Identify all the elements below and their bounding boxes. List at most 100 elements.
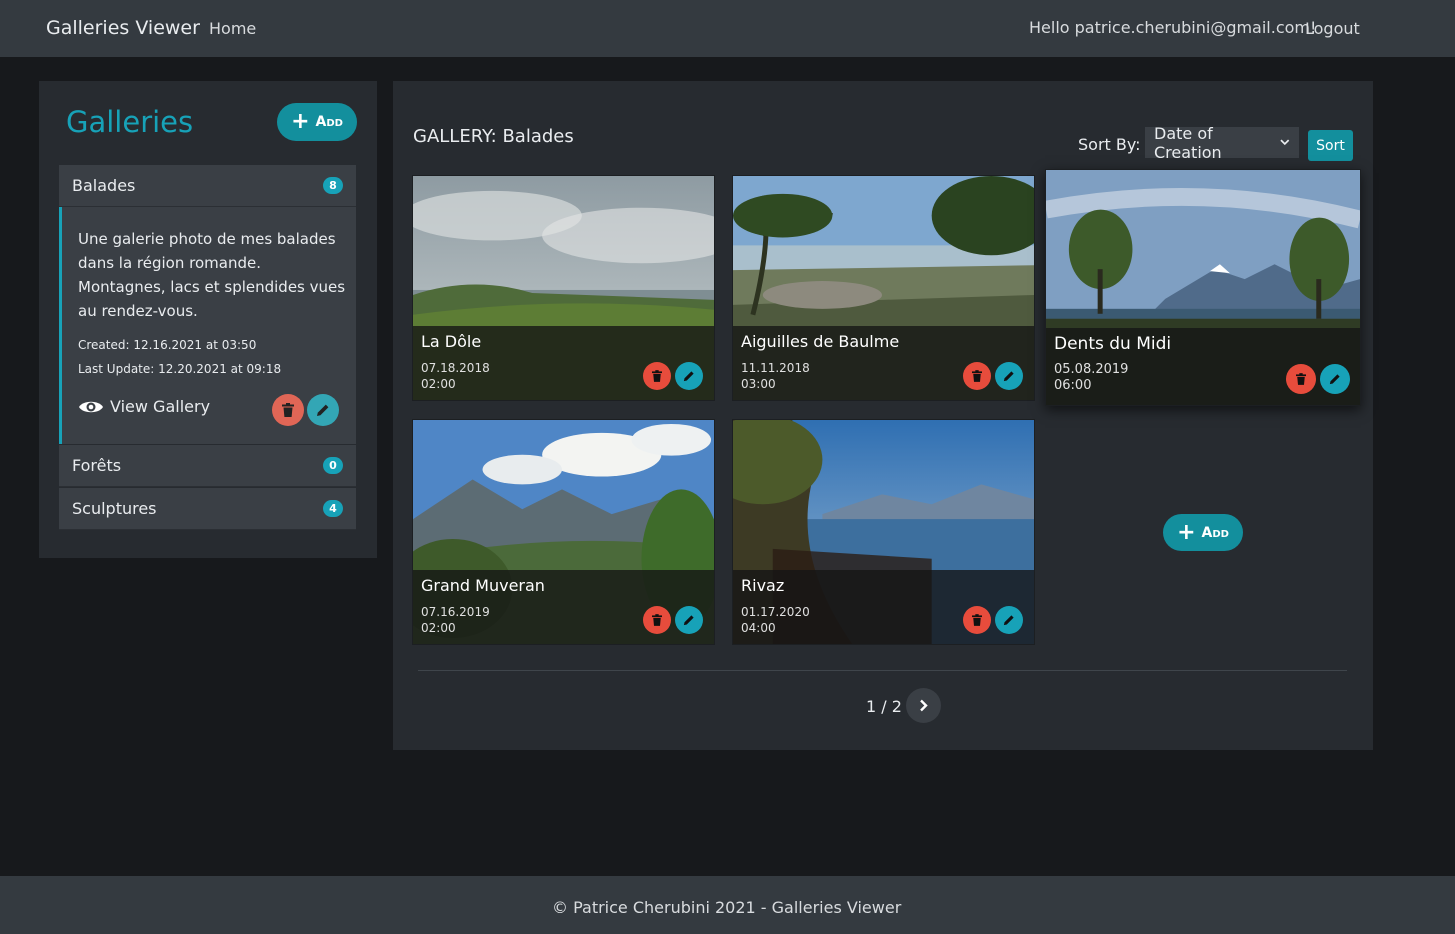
pencil-icon [683, 615, 694, 626]
add-photo-label: Add [1201, 524, 1229, 541]
photo-time-value: 02:00 [421, 377, 456, 391]
gallery-name: Balades [72, 176, 136, 195]
page-indicator: 1 / 2 [866, 697, 902, 716]
trash-icon [652, 614, 662, 626]
trash-icon [1296, 373, 1306, 385]
chevron-right-icon [920, 699, 928, 712]
galleries-sidebar: Galleries + Add Balades 8 Une galerie ph… [39, 81, 377, 558]
gallery-title: GALLERY: Balades [413, 126, 574, 147]
photo-date-value: 01.17.2020 [741, 605, 810, 619]
photo-count-badge: 0 [323, 457, 343, 474]
plus-icon: + [291, 109, 310, 134]
photo-date-value: 07.16.2019 [421, 605, 490, 619]
navbar: Galleries Viewer Home Hello patrice.cher… [0, 0, 1455, 57]
photo-time-value: 04:00 [741, 621, 776, 635]
photo-caption: Rivaz 01.17.2020 04:00 [733, 570, 1034, 644]
photo-card[interactable]: Aiguilles de Baulme 11.11.2018 03:00 [732, 175, 1035, 401]
gallery-header-forets[interactable]: Forêts 0 [59, 445, 356, 487]
photo-date: 07.16.2019 02:00 [421, 604, 490, 636]
photo-caption: Aiguilles de Baulme 11.11.2018 03:00 [733, 326, 1034, 400]
user-greeting: Hello patrice.cherubini@gmail.com! [1029, 18, 1317, 37]
pencil-icon [1003, 371, 1014, 382]
photo-date: 07.18.2018 02:00 [421, 360, 490, 392]
photo-title: Dents du Midi [1054, 334, 1172, 354]
photo-date: 05.08.2019 06:00 [1054, 362, 1128, 394]
edit-photo-button[interactable] [675, 606, 703, 634]
created-date: Created: 12.16.2021 at 03:50 [78, 338, 257, 352]
delete-gallery-button[interactable] [272, 394, 304, 426]
add-gallery-label: Add [315, 114, 343, 130]
photo-date-value: 07.18.2018 [421, 361, 490, 375]
updated-date: Last Update: 12.20.2021 at 09:18 [78, 362, 282, 376]
delete-photo-button[interactable] [963, 362, 991, 390]
edit-gallery-button[interactable] [307, 394, 339, 426]
gallery-name: Sculptures [72, 499, 157, 518]
trash-icon [652, 370, 662, 382]
chevron-down-icon [1280, 139, 1290, 146]
sort-button[interactable]: Sort [1308, 130, 1353, 161]
add-photo-button[interactable]: + Add [1163, 514, 1243, 551]
gallery-item-forets[interactable]: Forêts 0 [59, 445, 356, 487]
delete-photo-button[interactable] [643, 606, 671, 634]
photo-caption: La Dôle 07.18.2018 02:00 [413, 326, 714, 400]
edit-photo-button[interactable] [1320, 364, 1350, 394]
photo-count-badge: 4 [323, 500, 343, 517]
sort-selected-value: Date of Creation [1154, 123, 1222, 162]
photo-card[interactable]: Dents du Midi 05.08.2019 06:00 [1045, 169, 1361, 406]
photo-card[interactable]: Grand Muveran 07.16.2019 02:00 [412, 419, 715, 645]
edit-photo-button[interactable] [995, 606, 1023, 634]
photo-title: La Dôle [421, 332, 482, 351]
photo-title: Aiguilles de Baulme [741, 332, 900, 351]
edit-photo-button[interactable] [995, 362, 1023, 390]
trash-icon [972, 614, 982, 626]
logout-link[interactable]: Logout [1305, 19, 1360, 38]
brand-link[interactable]: Galleries Viewer [46, 17, 200, 39]
photo-time-value: 06:00 [1054, 378, 1092, 393]
photo-count-badge: 8 [323, 177, 343, 194]
photo-title: Grand Muveran [421, 576, 545, 595]
gallery-name: Forêts [72, 456, 122, 475]
photo-time-value: 03:00 [741, 377, 776, 391]
gallery-header-sculptures[interactable]: Sculptures 4 [59, 488, 356, 530]
edit-photo-button[interactable] [675, 362, 703, 390]
gallery-item-sculptures[interactable]: Sculptures 4 [59, 488, 356, 530]
photo-time-value: 02:00 [421, 621, 456, 635]
trash-icon [282, 403, 294, 417]
sidebar-title: Galleries [66, 105, 194, 139]
next-page-button[interactable] [906, 688, 941, 723]
photo-card[interactable]: La Dôle 07.18.2018 02:00 [412, 175, 715, 401]
delete-photo-button[interactable] [1286, 364, 1316, 394]
photo-date-value: 05.08.2019 [1054, 362, 1129, 377]
pencil-icon [317, 404, 329, 416]
add-gallery-button[interactable]: + Add [277, 103, 357, 141]
delete-photo-button[interactable] [963, 606, 991, 634]
gallery-panel: GALLERY: Balades Sort By: Date of Creati… [393, 81, 1373, 750]
nav-home-link[interactable]: Home [209, 19, 256, 38]
photo-card[interactable]: Rivaz 01.17.2020 04:00 [732, 419, 1035, 645]
gallery-details: Une galerie photo de mes balades dans la… [59, 207, 356, 444]
gallery-item-balades: Balades 8 Une galerie photo de mes balad… [59, 165, 356, 444]
pencil-icon [1329, 374, 1340, 385]
photo-title: Rivaz [741, 576, 785, 595]
sort-select[interactable]: Date of Creation [1145, 124, 1299, 162]
gallery-header-balades[interactable]: Balades 8 [59, 165, 356, 207]
gallery-meta: Created: 12.16.2021 at 03:50 Last Update… [78, 333, 340, 381]
delete-photo-button[interactable] [643, 362, 671, 390]
pencil-icon [1003, 615, 1014, 626]
eye-icon [79, 401, 103, 412]
footer-copyright: © Patrice Cherubini 2021 - Galleries Vie… [552, 898, 902, 917]
gallery-description: Une galerie photo de mes balades dans la… [78, 230, 346, 320]
photo-date: 11.11.2018 03:00 [741, 360, 810, 392]
photo-caption: Dents du Midi 05.08.2019 06:00 [1046, 328, 1360, 405]
photo-date: 01.17.2020 04:00 [741, 604, 810, 636]
view-gallery-label: View Gallery [110, 397, 211, 416]
trash-icon [972, 370, 982, 382]
sort-label: Sort By: [1078, 135, 1141, 154]
plus-icon: + [1177, 519, 1196, 545]
photo-date-value: 11.11.2018 [741, 361, 810, 375]
footer: © Patrice Cherubini 2021 - Galleries Vie… [0, 876, 1455, 934]
photo-caption: Grand Muveran 07.16.2019 02:00 [413, 570, 714, 644]
view-gallery-link[interactable]: View Gallery [78, 397, 210, 416]
divider [418, 670, 1347, 671]
pencil-icon [683, 371, 694, 382]
